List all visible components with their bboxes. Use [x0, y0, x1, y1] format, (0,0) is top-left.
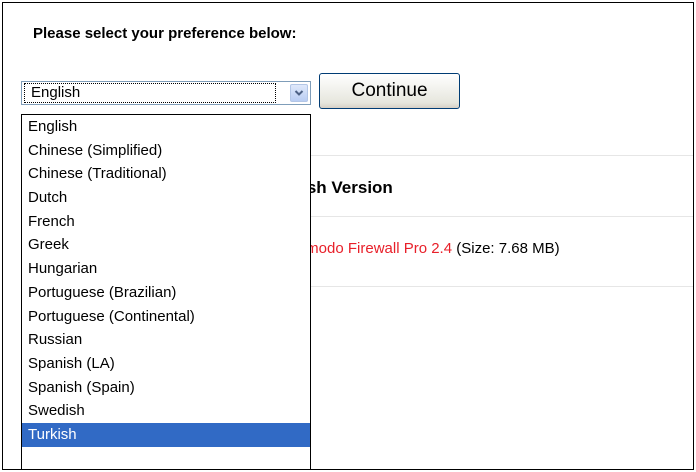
dropdown-option[interactable]: Portuguese (Continental) [22, 305, 310, 329]
language-select-value[interactable]: English [24, 83, 276, 103]
continue-button[interactable]: Continue [319, 73, 460, 109]
download-link[interactable]: Comodo Firewall Pro 2.4 [287, 240, 452, 257]
language-select[interactable]: English [21, 81, 311, 105]
divider [311, 216, 693, 217]
language-dropdown-list[interactable]: English Chinese (Simplified) Chinese (Tr… [21, 114, 311, 469]
download-line: Comodo Firewall Pro 2.4 (Size: 7.68 MB) [287, 240, 560, 257]
dropdown-option[interactable]: Chinese (Simplified) [22, 139, 310, 163]
dropdown-option[interactable]: French [22, 210, 310, 234]
dropdown-option[interactable]: English [22, 115, 310, 139]
dropdown-option[interactable]: Portuguese (Brazilian) [22, 281, 310, 305]
dropdown-option[interactable]: Swedish [22, 399, 310, 423]
dropdown-option[interactable]: Dutch [22, 186, 310, 210]
page-heading: Please select your preference below: [33, 25, 297, 42]
dropdown-option-highlighted[interactable]: Turkish [22, 422, 310, 447]
divider [311, 155, 693, 156]
divider [311, 286, 693, 287]
dropdown-option[interactable]: Hungarian [22, 257, 310, 281]
page-frame: Please select your preference below: Eng… [2, 2, 694, 470]
dropdown-option[interactable]: Greek [22, 233, 310, 257]
download-size: (Size: 7.68 MB) [456, 240, 560, 257]
dropdown-option[interactable]: Russian [22, 328, 310, 352]
chevron-down-icon[interactable] [290, 84, 308, 102]
dropdown-option[interactable]: Spanish (Spain) [22, 376, 310, 400]
dropdown-option[interactable]: Spanish (LA) [22, 352, 310, 376]
dropdown-option[interactable]: Chinese (Traditional) [22, 162, 310, 186]
